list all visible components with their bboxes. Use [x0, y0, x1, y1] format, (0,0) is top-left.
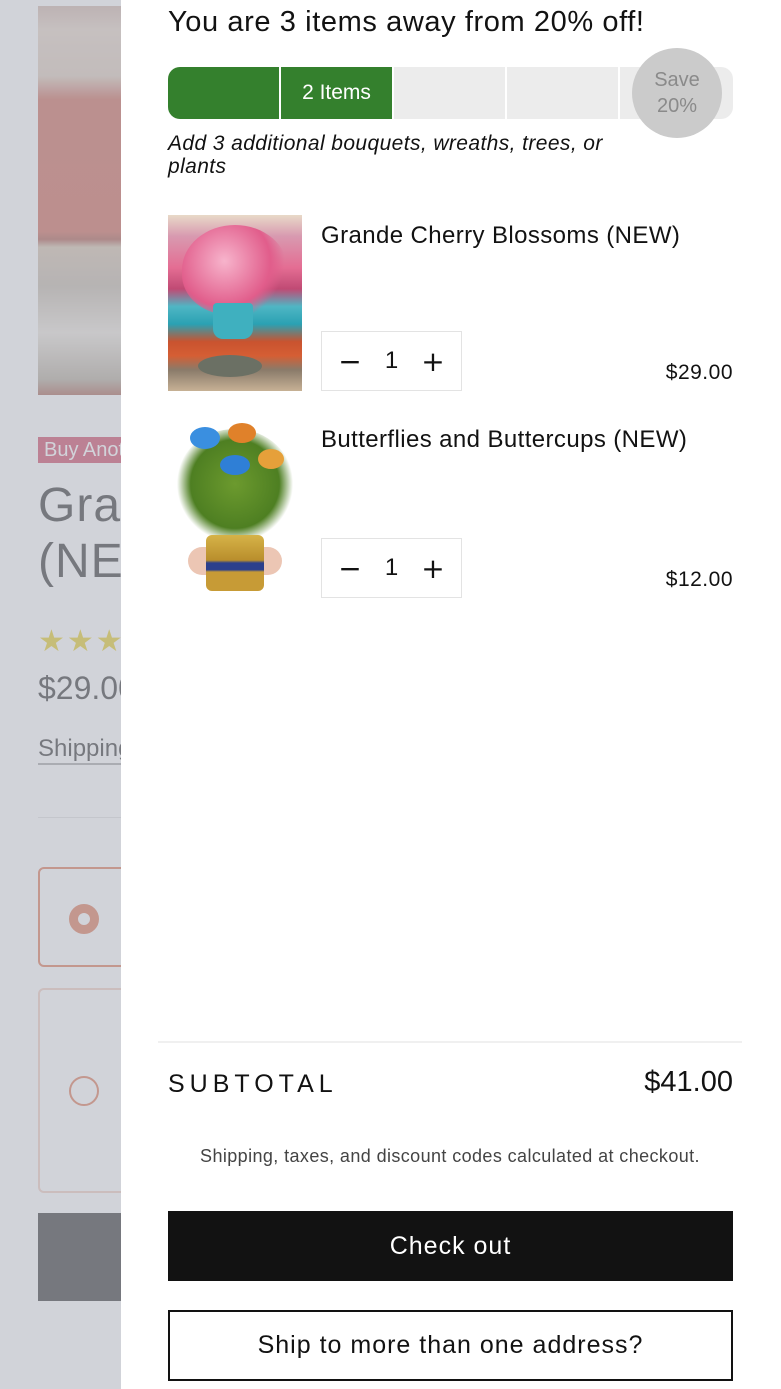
quantity-value[interactable]: 1 — [385, 554, 398, 582]
subtotal-value: $41.00 — [644, 1066, 733, 1098]
drawer-backdrop-overlay[interactable] — [0, 0, 121, 1389]
subtotal-label: SUBTOTAL — [168, 1070, 338, 1098]
butterfly-shape — [190, 427, 220, 449]
decrease-quantity-button[interactable]: − — [332, 540, 368, 596]
vase-shape — [213, 303, 253, 339]
cherry-blossoms-image[interactable] — [168, 215, 302, 391]
blossom-shape — [182, 225, 288, 315]
progress-segment — [507, 67, 620, 119]
footer-divider — [158, 1041, 742, 1043]
quantity-stepper: − 1 + — [321, 538, 462, 598]
increase-quantity-button[interactable]: + — [415, 333, 451, 389]
honey-can-shape — [206, 535, 264, 591]
decrease-quantity-button[interactable]: − — [332, 333, 368, 389]
cart-item: Grande Cherry Blossoms (NEW) − 1 + $29.0… — [168, 215, 733, 395]
promo-title: You are 3 items away from 20% off! — [168, 6, 645, 38]
plate-shape — [198, 355, 262, 377]
quantity-value[interactable]: 1 — [385, 347, 398, 375]
save-goal-line1: Save — [654, 69, 700, 91]
quantity-stepper: − 1 + — [321, 331, 462, 391]
progress-segment — [168, 67, 281, 119]
butterfly-shape — [258, 449, 284, 469]
tax-shipping-note: Shipping, taxes, and discount codes calc… — [200, 1146, 700, 1166]
progress-segment: 2 Items — [281, 67, 394, 119]
item-name-link[interactable]: Grande Cherry Blossoms (NEW) — [321, 215, 741, 257]
progress-segment — [394, 67, 507, 119]
item-price: $12.00 — [665, 568, 733, 591]
save-goal-line2: 20% — [656, 95, 698, 117]
increase-quantity-button[interactable]: + — [415, 540, 451, 596]
item-name-link[interactable]: Butterflies and Buttercups (NEW) — [321, 419, 741, 461]
checkout-button[interactable]: Check out — [168, 1211, 733, 1281]
save-goal-badge: Save 20% — [632, 48, 722, 138]
butterflies-buttercups-image[interactable] — [168, 419, 302, 595]
cart-item: Butterflies and Buttercups (NEW) − 1 + $… — [168, 419, 733, 599]
butterfly-shape — [228, 423, 256, 443]
promo-subtitle: Add 3 additional bouquets, wreaths, tree… — [168, 132, 603, 178]
cart-drawer: You are 3 items away from 20% off! 2 Ite… — [121, 0, 781, 1389]
item-price: $29.00 — [665, 361, 733, 384]
butterfly-shape — [220, 455, 250, 475]
ship-multiple-addresses-button[interactable]: Ship to more than one address? — [168, 1310, 733, 1381]
